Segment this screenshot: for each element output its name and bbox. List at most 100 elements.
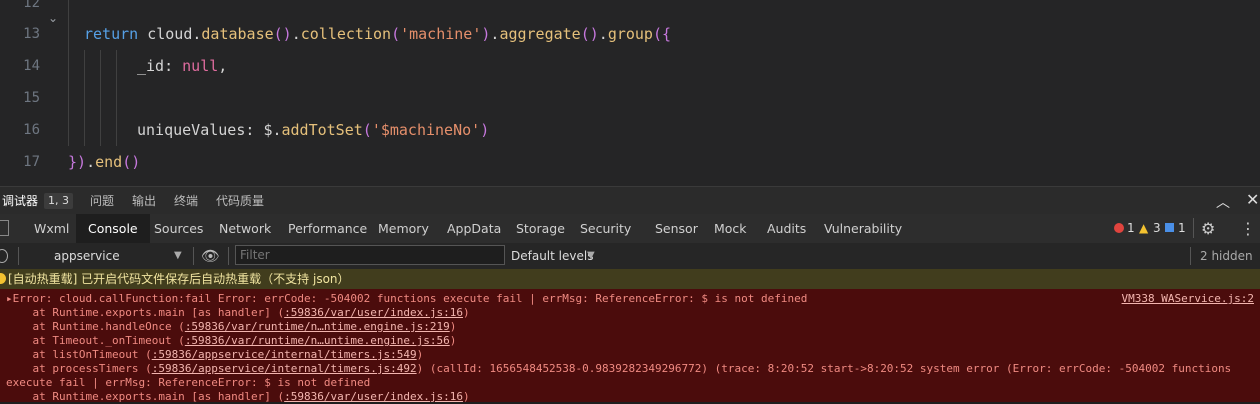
stack-frame-link[interactable]: :59836/var/user/index.js:16 xyxy=(284,390,463,403)
code-line-13: 13 return cloud.database().collection('m… xyxy=(0,18,1260,50)
token-paren: () xyxy=(580,25,599,43)
tab-problems[interactable]: 问题 xyxy=(90,187,114,215)
code-text: _id: null, xyxy=(137,50,227,82)
divider xyxy=(1190,247,1191,265)
tab-mock[interactable]: Mock xyxy=(714,214,747,243)
token-string: 'machine' xyxy=(400,25,482,43)
token-paren: () xyxy=(273,25,292,43)
token-paren: ({ xyxy=(652,25,672,43)
tab-sources[interactable]: Sources xyxy=(154,214,203,243)
code-text: return cloud.database().collection('mach… xyxy=(84,18,671,50)
code-text: uniqueValues: $.addTotSet('$machineNo') xyxy=(137,114,489,146)
filter-input[interactable] xyxy=(235,245,505,265)
stack-frame-link[interactable]: :59836/var/runtime/n…ntime.engine.js:219 xyxy=(185,320,450,333)
token-paren: ) xyxy=(480,121,490,139)
tab-security[interactable]: Security xyxy=(580,214,631,243)
token-paren: ( xyxy=(362,121,372,139)
stack-frame-text: at processTimers ( xyxy=(6,362,152,375)
eye-icon[interactable]: 👁 xyxy=(201,243,220,269)
divider xyxy=(193,247,194,265)
token-method: collection xyxy=(300,25,392,43)
tab-appdata[interactable]: AppData xyxy=(447,214,501,243)
token-object: cloud. xyxy=(147,25,202,43)
info-icon xyxy=(1165,223,1174,232)
chevron-down-icon[interactable]: ▼ xyxy=(174,243,182,269)
line-number: 14 xyxy=(23,58,40,74)
tab-storage[interactable]: Storage xyxy=(516,214,565,243)
keyword-return: return xyxy=(84,25,139,43)
console-error-block: ▸Error: cloud.callFunction:fail Error: e… xyxy=(0,289,1260,403)
indent-guide xyxy=(84,50,85,146)
inspect-element-icon[interactable] xyxy=(0,220,9,236)
token-paren: ( xyxy=(391,25,401,43)
stack-frame-link[interactable]: :59836/appservice/internal/timers.js:549 xyxy=(152,348,417,361)
tab-network[interactable]: Network xyxy=(219,214,271,243)
stack-frame-text: at Timeout._onTimeout ( xyxy=(6,334,185,347)
close-icon[interactable]: ✕ xyxy=(1246,190,1259,209)
token-paren: }) xyxy=(68,153,87,171)
code-line-12: 12 xyxy=(0,0,1260,19)
code-line-16: 16 uniqueValues: $.addTotSet('$machineNo… xyxy=(0,114,1260,146)
token-comma: , xyxy=(218,57,228,75)
stack-frame-text: ) (callId: 1656548452538-0.9839282349296… xyxy=(416,362,1232,375)
token-method: group xyxy=(607,25,653,43)
code-editor[interactable]: 12 ⌄ 13 return cloud.database().collecti… xyxy=(0,0,1260,186)
token-colon: : xyxy=(245,121,264,139)
devtools-panel-tabs: Wxml Console Sources Network Performance… xyxy=(0,214,1260,244)
log-levels-select[interactable]: Default levels xyxy=(511,243,593,269)
error-message[interactable]: ▸Error: cloud.callFunction:fail Error: e… xyxy=(6,292,807,306)
stack-frame-text: at Runtime.exports.main [as handler] ( xyxy=(6,390,285,403)
tab-sensor[interactable]: Sensor xyxy=(655,214,698,243)
tab-console[interactable]: Console xyxy=(76,214,150,243)
stack-frame-text: ) xyxy=(449,320,457,333)
divider xyxy=(228,247,229,265)
gear-icon[interactable]: ⚙ xyxy=(1201,214,1215,243)
stack-frame-link[interactable]: :59836/var/user/index.js:16 xyxy=(284,306,463,319)
console-warning-row: [自动热重载] 已开启代码文件保存后自动热重载（不支持 json） xyxy=(0,269,1260,289)
token-object: $. xyxy=(263,121,282,139)
tab-terminal[interactable]: 终端 xyxy=(174,187,198,215)
token-method: aggregate xyxy=(499,25,581,43)
code-line-15: 15 xyxy=(0,82,1260,114)
warning-count[interactable]: 3 xyxy=(1153,214,1161,243)
stack-frame-text: ) xyxy=(462,390,470,403)
error-count[interactable]: 1 xyxy=(1127,214,1135,243)
divider xyxy=(18,247,19,265)
tab-audits[interactable]: Audits xyxy=(767,214,806,243)
console-output[interactable]: [自动热重载] 已开启代码文件保存后自动热重载（不支持 json） ▸Error… xyxy=(0,269,1260,403)
token-dot: . xyxy=(291,25,301,43)
error-message-wrap: execute fail | errMsg: ReferenceError: $… xyxy=(6,376,371,389)
error-source-link[interactable]: VM338 WAService.js:2 xyxy=(1122,292,1254,306)
indent-guide xyxy=(68,0,69,146)
stack-frame: at Runtime.exports.main [as handler] (:5… xyxy=(6,306,469,320)
tab-output[interactable]: 输出 xyxy=(132,187,156,215)
line-number: 12 xyxy=(23,0,40,11)
tab-wxml[interactable]: Wxml xyxy=(34,214,69,243)
chevron-down-icon[interactable]: ▼ xyxy=(587,243,595,269)
token-method: database xyxy=(201,25,274,43)
error-icon xyxy=(1114,223,1124,233)
indent-guide xyxy=(100,50,101,146)
tab-debugger[interactable]: 调试器 xyxy=(2,187,39,216)
stack-frame-text: ) xyxy=(449,334,457,347)
tab-vulnerability[interactable]: Vulnerability xyxy=(824,214,902,243)
token-method: end xyxy=(95,153,123,171)
tab-code-quality[interactable]: 代码质量 xyxy=(216,187,264,215)
context-select[interactable]: appservice xyxy=(54,243,120,269)
code-text: }).end() xyxy=(68,146,140,178)
token-dot: . xyxy=(86,153,96,171)
info-count[interactable]: 1 xyxy=(1178,214,1186,243)
warning-icon: ▲ xyxy=(1139,221,1149,235)
line-number: 15 xyxy=(23,90,40,106)
clear-console-icon[interactable] xyxy=(0,249,8,263)
tab-performance[interactable]: Performance xyxy=(288,214,367,243)
tab-memory[interactable]: Memory xyxy=(378,214,429,243)
stack-frame-link[interactable]: :59836/appservice/internal/timers.js:492 xyxy=(152,362,417,375)
token-key: uniqueValues xyxy=(137,121,246,139)
token-string: '$machineNo' xyxy=(371,121,481,139)
more-vertical-icon[interactable]: ⋮ xyxy=(1240,214,1256,243)
collapse-up-icon[interactable]: ︿ xyxy=(1216,192,1230,212)
devtools-header: 调试器 1, 3 问题 输出 终端 代码质量 ︿ ✕ xyxy=(0,186,1260,216)
stack-frame-link[interactable]: :59836/var/runtime/n…untime.engine.js:56 xyxy=(185,334,450,347)
divider xyxy=(1193,218,1194,238)
